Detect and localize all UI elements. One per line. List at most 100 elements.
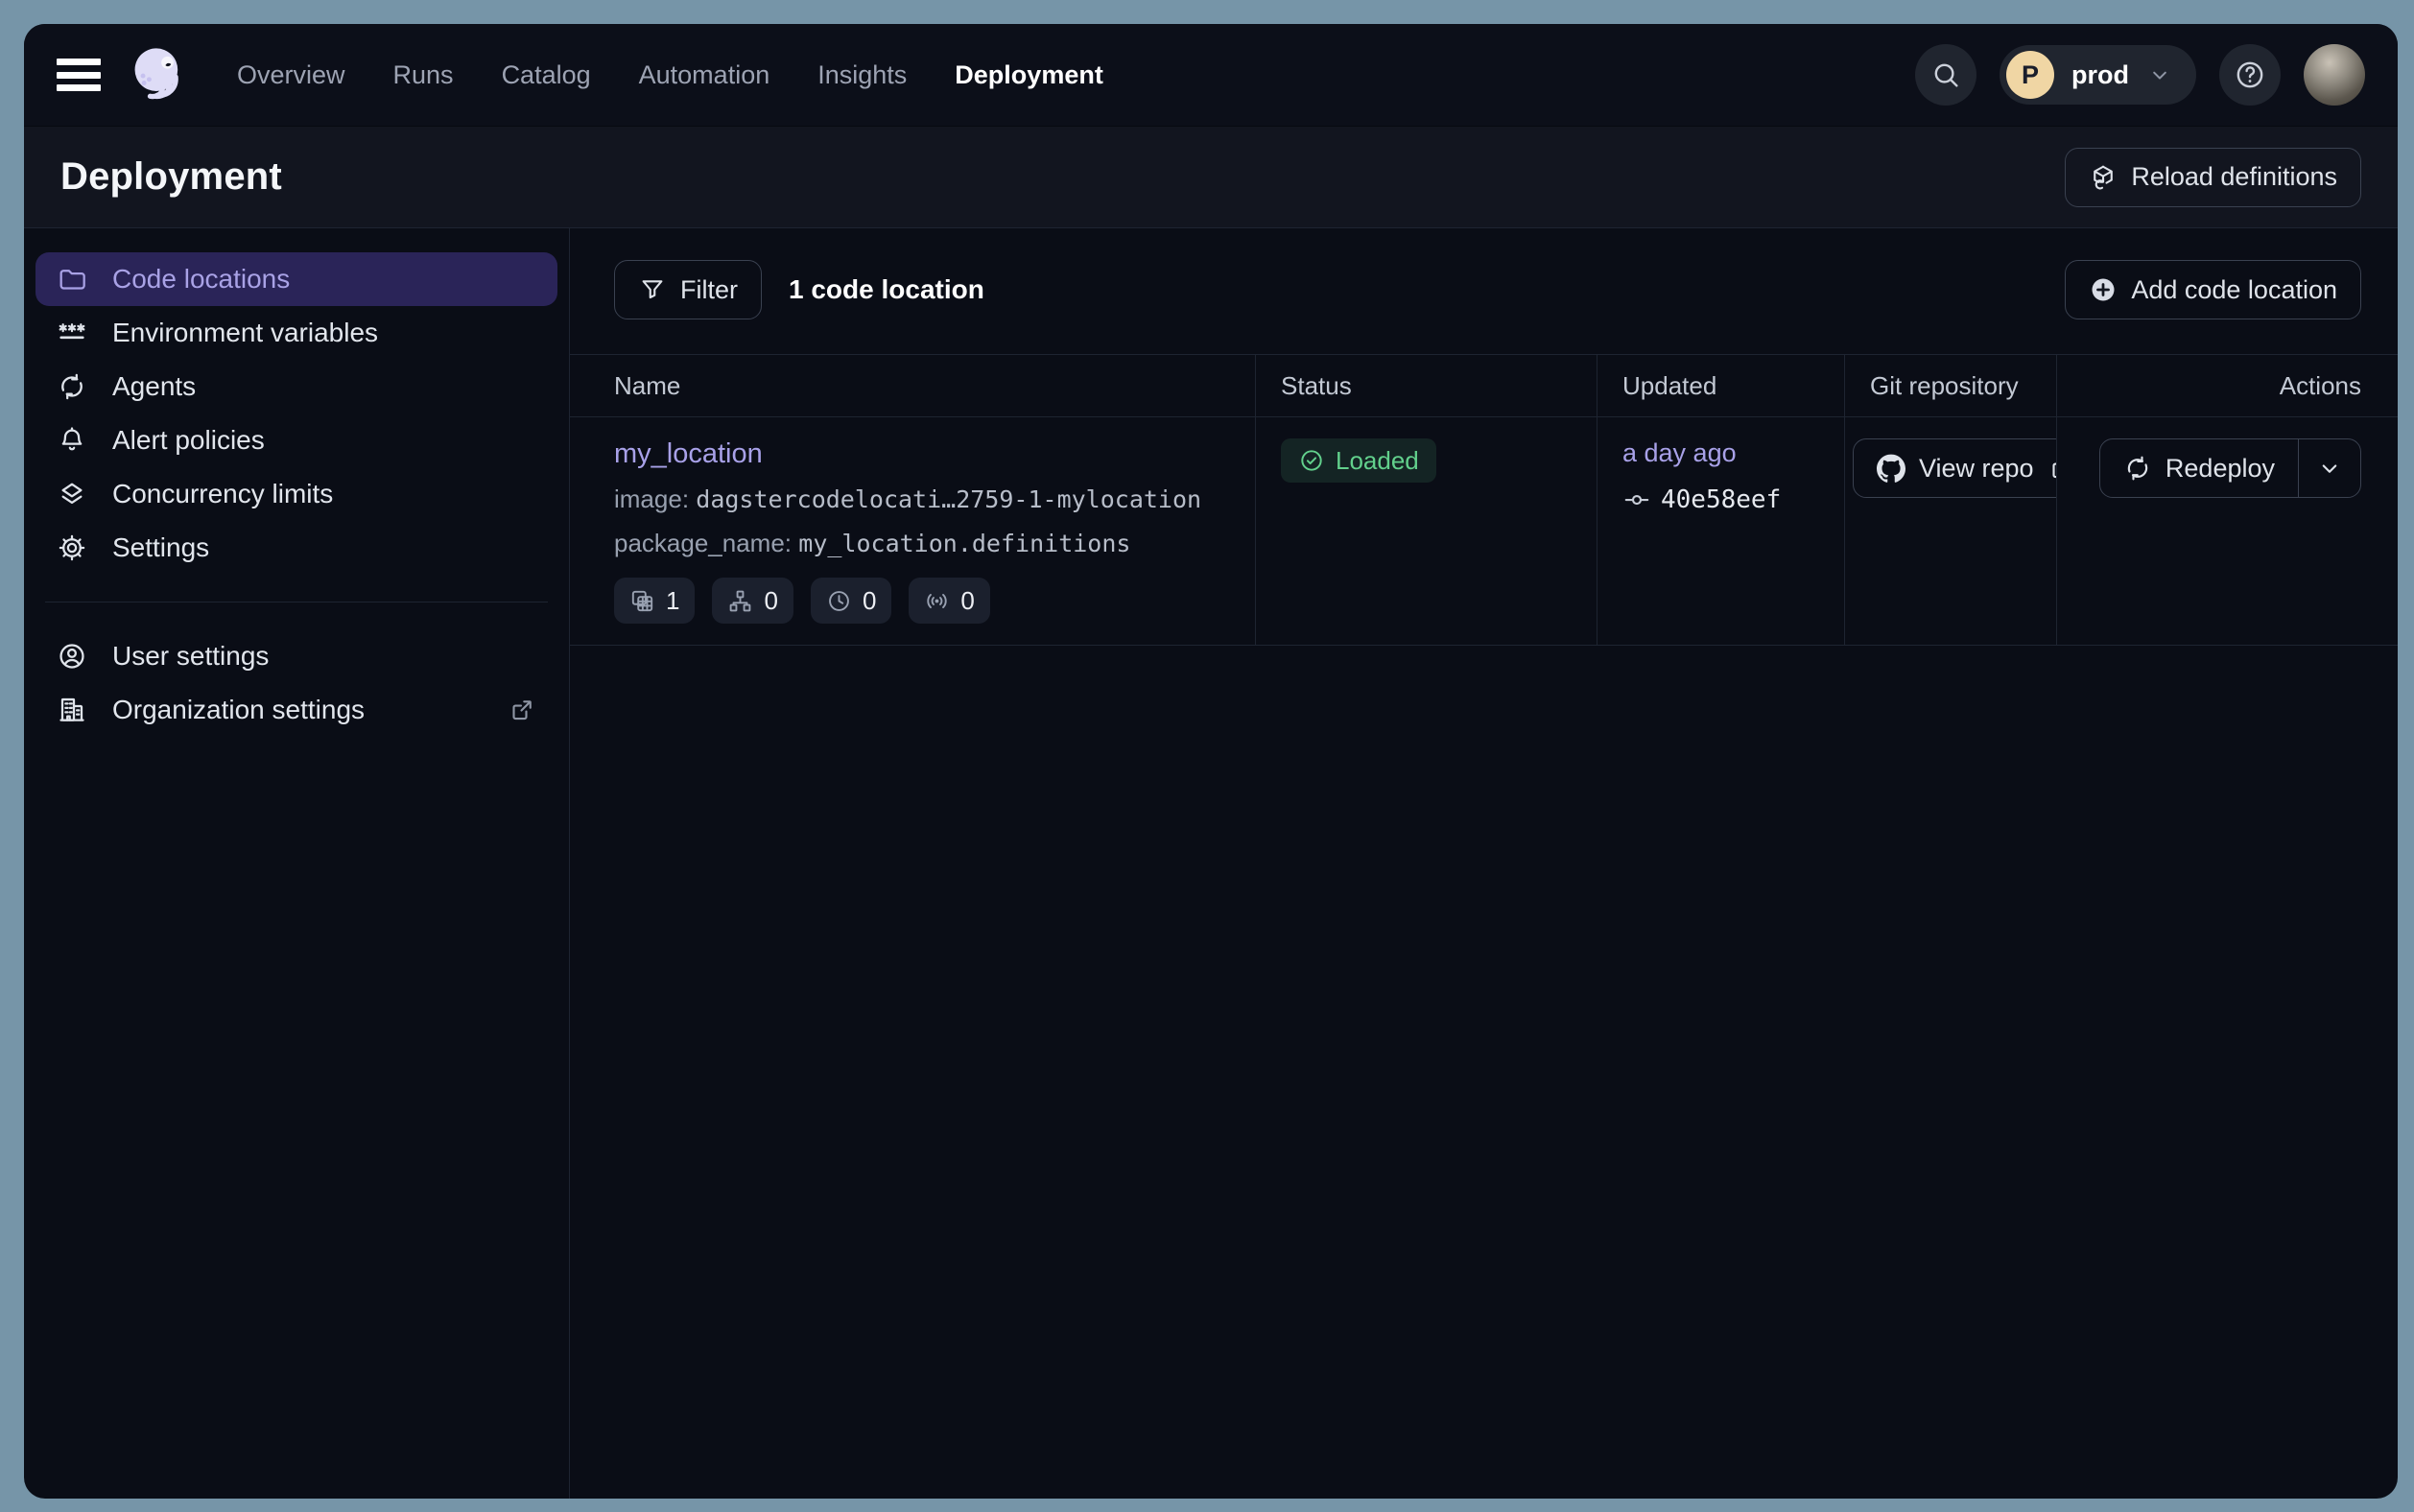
- commit-hash: 40e58eef: [1661, 485, 1781, 514]
- filter-label: Filter: [680, 275, 738, 305]
- search-button[interactable]: [1915, 44, 1976, 106]
- redeploy-button[interactable]: Redeploy: [2100, 439, 2298, 497]
- nav-link-runs[interactable]: Runs: [393, 60, 454, 90]
- column-header-name: Name: [570, 355, 1255, 416]
- sidebar-item-label: Environment variables: [112, 318, 378, 348]
- person-circle-icon: [57, 641, 87, 672]
- column-header-status: Status: [1255, 355, 1597, 416]
- status-badge: Loaded: [1281, 438, 1436, 483]
- package-label: package_name:: [614, 529, 792, 557]
- jobs-icon: [727, 588, 753, 614]
- sidebar-item-label: Code locations: [112, 264, 290, 295]
- column-header-actions: Actions: [2056, 355, 2398, 416]
- app-window: Overview Runs Catalog Automation Insight…: [24, 24, 2398, 1499]
- code-locations-content: Filter 1 code location Add code location: [570, 228, 2398, 1499]
- status-label: Loaded: [1336, 446, 1419, 476]
- nav-right-cluster: P prod: [1915, 44, 2365, 106]
- app-body: Code locations Environment variables: [24, 227, 2398, 1499]
- assets-count-chip: 1: [614, 578, 695, 624]
- code-locations-toolbar: Filter 1 code location Add code location: [570, 228, 2398, 319]
- cell-git-repository: View repo: [1844, 417, 2056, 645]
- commit-row: 40e58eef: [1622, 485, 1819, 514]
- github-icon: [1877, 454, 1905, 483]
- updated-time-link[interactable]: a day ago: [1622, 438, 1737, 468]
- table-row: my_location image: dagstercodelocati…275…: [570, 417, 2398, 646]
- nav-link-automation[interactable]: Automation: [639, 60, 770, 90]
- cell-actions: Redeploy: [2056, 417, 2398, 645]
- folder-icon: [57, 264, 87, 295]
- cell-status: Loaded: [1255, 417, 1597, 645]
- nav-link-insights[interactable]: Insights: [817, 60, 907, 90]
- sidebar-item-user-settings[interactable]: User settings: [36, 629, 557, 683]
- reload-definitions-button[interactable]: Reload definitions: [2065, 148, 2361, 207]
- desktop-background: Overview Runs Catalog Automation Insight…: [0, 0, 2414, 1512]
- external-link-icon: [2047, 454, 2056, 483]
- layers-icon: [57, 479, 87, 509]
- code-location-link[interactable]: my_location: [614, 438, 763, 470]
- nav-link-deployment[interactable]: Deployment: [955, 60, 1103, 90]
- sidebar-item-label: Settings: [112, 532, 209, 563]
- page-header: Deployment Reload definitions: [24, 126, 2398, 227]
- sensors-count-chip: 0: [909, 578, 989, 624]
- deployment-initial-badge: P: [2006, 51, 2054, 99]
- sidebar-item-alert-policies[interactable]: Alert policies: [36, 413, 557, 467]
- sidebar-item-organization-settings[interactable]: Organization settings: [36, 683, 557, 737]
- cell-updated: a day ago 40e58eef: [1597, 417, 1844, 645]
- help-icon: [2234, 59, 2266, 91]
- code-location-count: 1 code location: [789, 274, 984, 305]
- view-repo-button[interactable]: View repo: [1853, 438, 2056, 498]
- redeploy-icon: [2123, 454, 2152, 483]
- filter-icon: [638, 275, 667, 304]
- check-circle-icon: [1298, 447, 1325, 474]
- redeploy-dropdown-button[interactable]: [2298, 439, 2360, 497]
- image-meta: image: dagstercodelocati…2759-1-mylocati…: [614, 484, 1230, 514]
- sensor-icon: [924, 588, 950, 614]
- add-code-location-label: Add code location: [2131, 275, 2337, 305]
- external-link-icon: [508, 696, 536, 724]
- assets-icon: [629, 588, 655, 614]
- sync-icon: [57, 371, 87, 402]
- jobs-count: 0: [764, 586, 777, 616]
- reload-definitions-icon: [2089, 163, 2118, 192]
- sidebar-item-settings[interactable]: Settings: [36, 521, 557, 575]
- sidebar-item-concurrency-limits[interactable]: Concurrency limits: [36, 467, 557, 521]
- search-icon: [1929, 59, 1962, 91]
- redeploy-label: Redeploy: [2166, 454, 2275, 484]
- add-code-location-button[interactable]: Add code location: [2065, 260, 2361, 319]
- sidebar-item-environment-variables[interactable]: Environment variables: [36, 306, 557, 360]
- sidebar-item-label: User settings: [112, 641, 269, 672]
- image-label: image:: [614, 484, 689, 513]
- sidebar-item-label: Organization settings: [112, 695, 365, 725]
- deployment-switcher[interactable]: P prod: [2000, 45, 2196, 105]
- nav-link-overview[interactable]: Overview: [237, 60, 345, 90]
- deployment-sidebar: Code locations Environment variables: [24, 228, 570, 1499]
- code-locations-table: Name Status Updated Git repository Actio…: [570, 354, 2398, 646]
- redeploy-split-button: Redeploy: [2099, 438, 2361, 498]
- column-header-updated: Updated: [1597, 355, 1844, 416]
- package-meta: package_name: my_location.definitions: [614, 529, 1230, 558]
- user-avatar[interactable]: [2304, 44, 2365, 106]
- sidebar-item-agents[interactable]: Agents: [36, 360, 557, 413]
- help-button[interactable]: [2219, 44, 2281, 106]
- filter-button[interactable]: Filter: [614, 260, 762, 319]
- sidebar-item-code-locations[interactable]: Code locations: [36, 252, 557, 306]
- page-title: Deployment: [60, 155, 282, 199]
- view-repo-label: View repo: [1919, 454, 2034, 484]
- sidebar-item-label: Agents: [112, 371, 196, 402]
- sensors-count: 0: [960, 586, 974, 616]
- assets-count: 1: [666, 586, 679, 616]
- dagster-logo[interactable]: [126, 42, 191, 107]
- building-icon: [57, 695, 87, 725]
- jobs-count-chip: 0: [712, 578, 793, 624]
- hamburger-menu-icon[interactable]: [57, 59, 101, 91]
- cell-name: my_location image: dagstercodelocati…275…: [570, 417, 1255, 645]
- schedules-count-chip: 0: [811, 578, 891, 624]
- plus-circle-icon: [2089, 275, 2118, 304]
- top-nav-bar: Overview Runs Catalog Automation Insight…: [24, 24, 2398, 126]
- env-vars-icon: [57, 318, 87, 348]
- bell-icon: [57, 425, 87, 456]
- column-header-git-repository: Git repository: [1844, 355, 2056, 416]
- sidebar-item-label: Concurrency limits: [112, 479, 333, 509]
- package-value: my_location.definitions: [798, 530, 1130, 557]
- nav-link-catalog[interactable]: Catalog: [502, 60, 591, 90]
